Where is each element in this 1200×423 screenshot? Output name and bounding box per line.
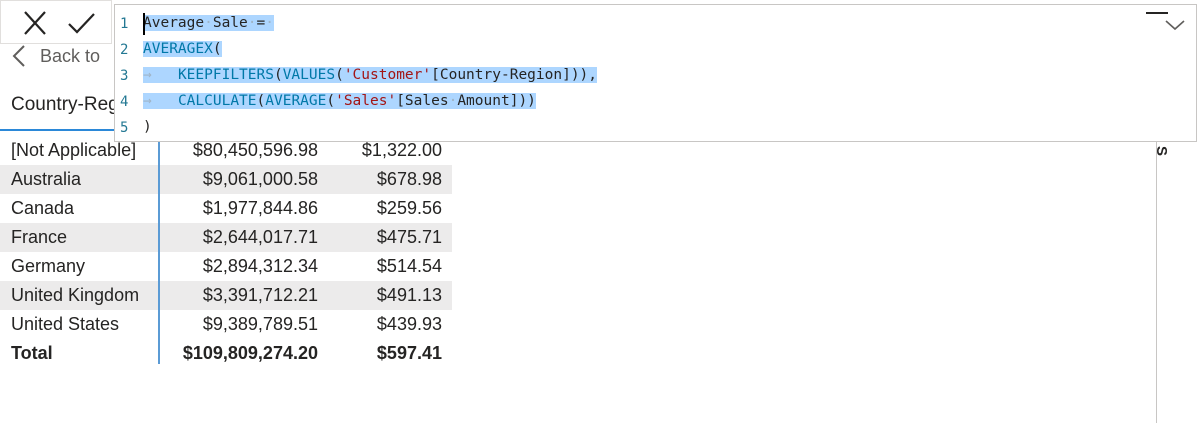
chevron-down-icon [1165, 20, 1185, 31]
text-caret [143, 13, 145, 35]
chevron-left-icon [12, 45, 25, 67]
cell-country: United States [11, 314, 120, 334]
close-icon [24, 11, 46, 35]
code-line: → KEEPFILTERS(VALUES('Customer'[Country-… [143, 64, 598, 87]
line-number: 5 [120, 120, 129, 136]
selected-text: AVERAGEX( [143, 41, 222, 57]
table-row: Canada $1,977,844.86 $259.56 [0, 194, 452, 223]
data-table: [Not Applicable] $80,450,596.98 $1,322.0… [0, 136, 452, 368]
back-link[interactable]: Back to [12, 44, 100, 68]
cell-average: $491.13 [376, 285, 442, 305]
column-header-country[interactable]: Country-Reg [11, 94, 119, 116]
formula-bar-buttons [0, 0, 112, 44]
minimize-icon[interactable] [1146, 12, 1168, 14]
cell-average: $439.93 [376, 314, 442, 334]
table-row: France $2,644,017.71 $475.71 [0, 223, 452, 252]
line-number: 1 [120, 16, 129, 32]
cell-sales: $9,389,789.51 [202, 314, 318, 334]
cell-average: $514.54 [376, 256, 442, 276]
selected-text: ) [143, 119, 152, 135]
column-header-underline [0, 129, 120, 131]
selected-text: → KEEPFILTERS(VALUES('Customer'[Country-… [143, 67, 598, 83]
code-line: Average·Sale·=· [143, 12, 274, 35]
side-pane-border [1156, 142, 1157, 423]
line-number-gutter: 1 2 3 4 5 [115, 5, 143, 141]
back-label: Back to [40, 45, 101, 66]
code-line: ) [143, 116, 152, 139]
line-number: 4 [120, 94, 129, 110]
cell-country: Germany [11, 256, 86, 276]
table-total-row: Total $109,809,274.20 $597.41 [0, 339, 452, 368]
table-column-divider [158, 136, 160, 364]
total-label: Total [11, 343, 53, 363]
expand-formula-button[interactable] [1164, 18, 1186, 37]
cell-average: $259.56 [376, 198, 442, 218]
cancel-button[interactable] [17, 7, 53, 39]
code-line: → CALCULATE(AVERAGE('Sales'[Sales·Amount… [143, 90, 536, 113]
commit-button[interactable] [63, 7, 99, 39]
cell-average: $475.71 [376, 227, 442, 247]
cell-country: Canada [11, 198, 75, 218]
cell-country: France [11, 227, 68, 247]
code-line: AVERAGEX( [143, 38, 222, 61]
total-sales: $109,809,274.20 [182, 343, 318, 363]
cell-sales: $3,391,712.21 [202, 285, 318, 305]
table-row: Germany $2,894,312.34 $514.54 [0, 252, 452, 281]
cell-sales: $2,644,017.71 [202, 227, 318, 247]
side-pane-label[interactable]: S [1153, 146, 1170, 156]
check-icon [68, 13, 95, 34]
table-row: Australia $9,061,000.58 $678.98 [0, 165, 452, 194]
cell-country: Australia [11, 169, 82, 189]
line-number: 3 [120, 68, 129, 84]
table-row: United Kingdom $3,391,712.21 $491.13 [0, 281, 452, 310]
cell-sales: $1,977,844.86 [202, 198, 318, 218]
selected-text: → CALCULATE(AVERAGE('Sales'[Sales·Amount… [143, 93, 536, 109]
cell-country: United Kingdom [11, 285, 140, 305]
cell-sales: $2,894,312.34 [202, 256, 318, 276]
line-number: 2 [120, 42, 129, 58]
total-average: $597.41 [376, 343, 442, 363]
cell-sales: $9,061,000.58 [202, 169, 318, 189]
cell-average: $678.98 [376, 169, 442, 189]
table-row: United States $9,389,789.51 $439.93 [0, 310, 452, 339]
formula-editor[interactable]: 1 2 3 4 5 Average·Sale·=· AVERAGEX( → KEEPFILT… [114, 4, 1197, 142]
selected-text: Average·Sale·=· [143, 15, 274, 31]
